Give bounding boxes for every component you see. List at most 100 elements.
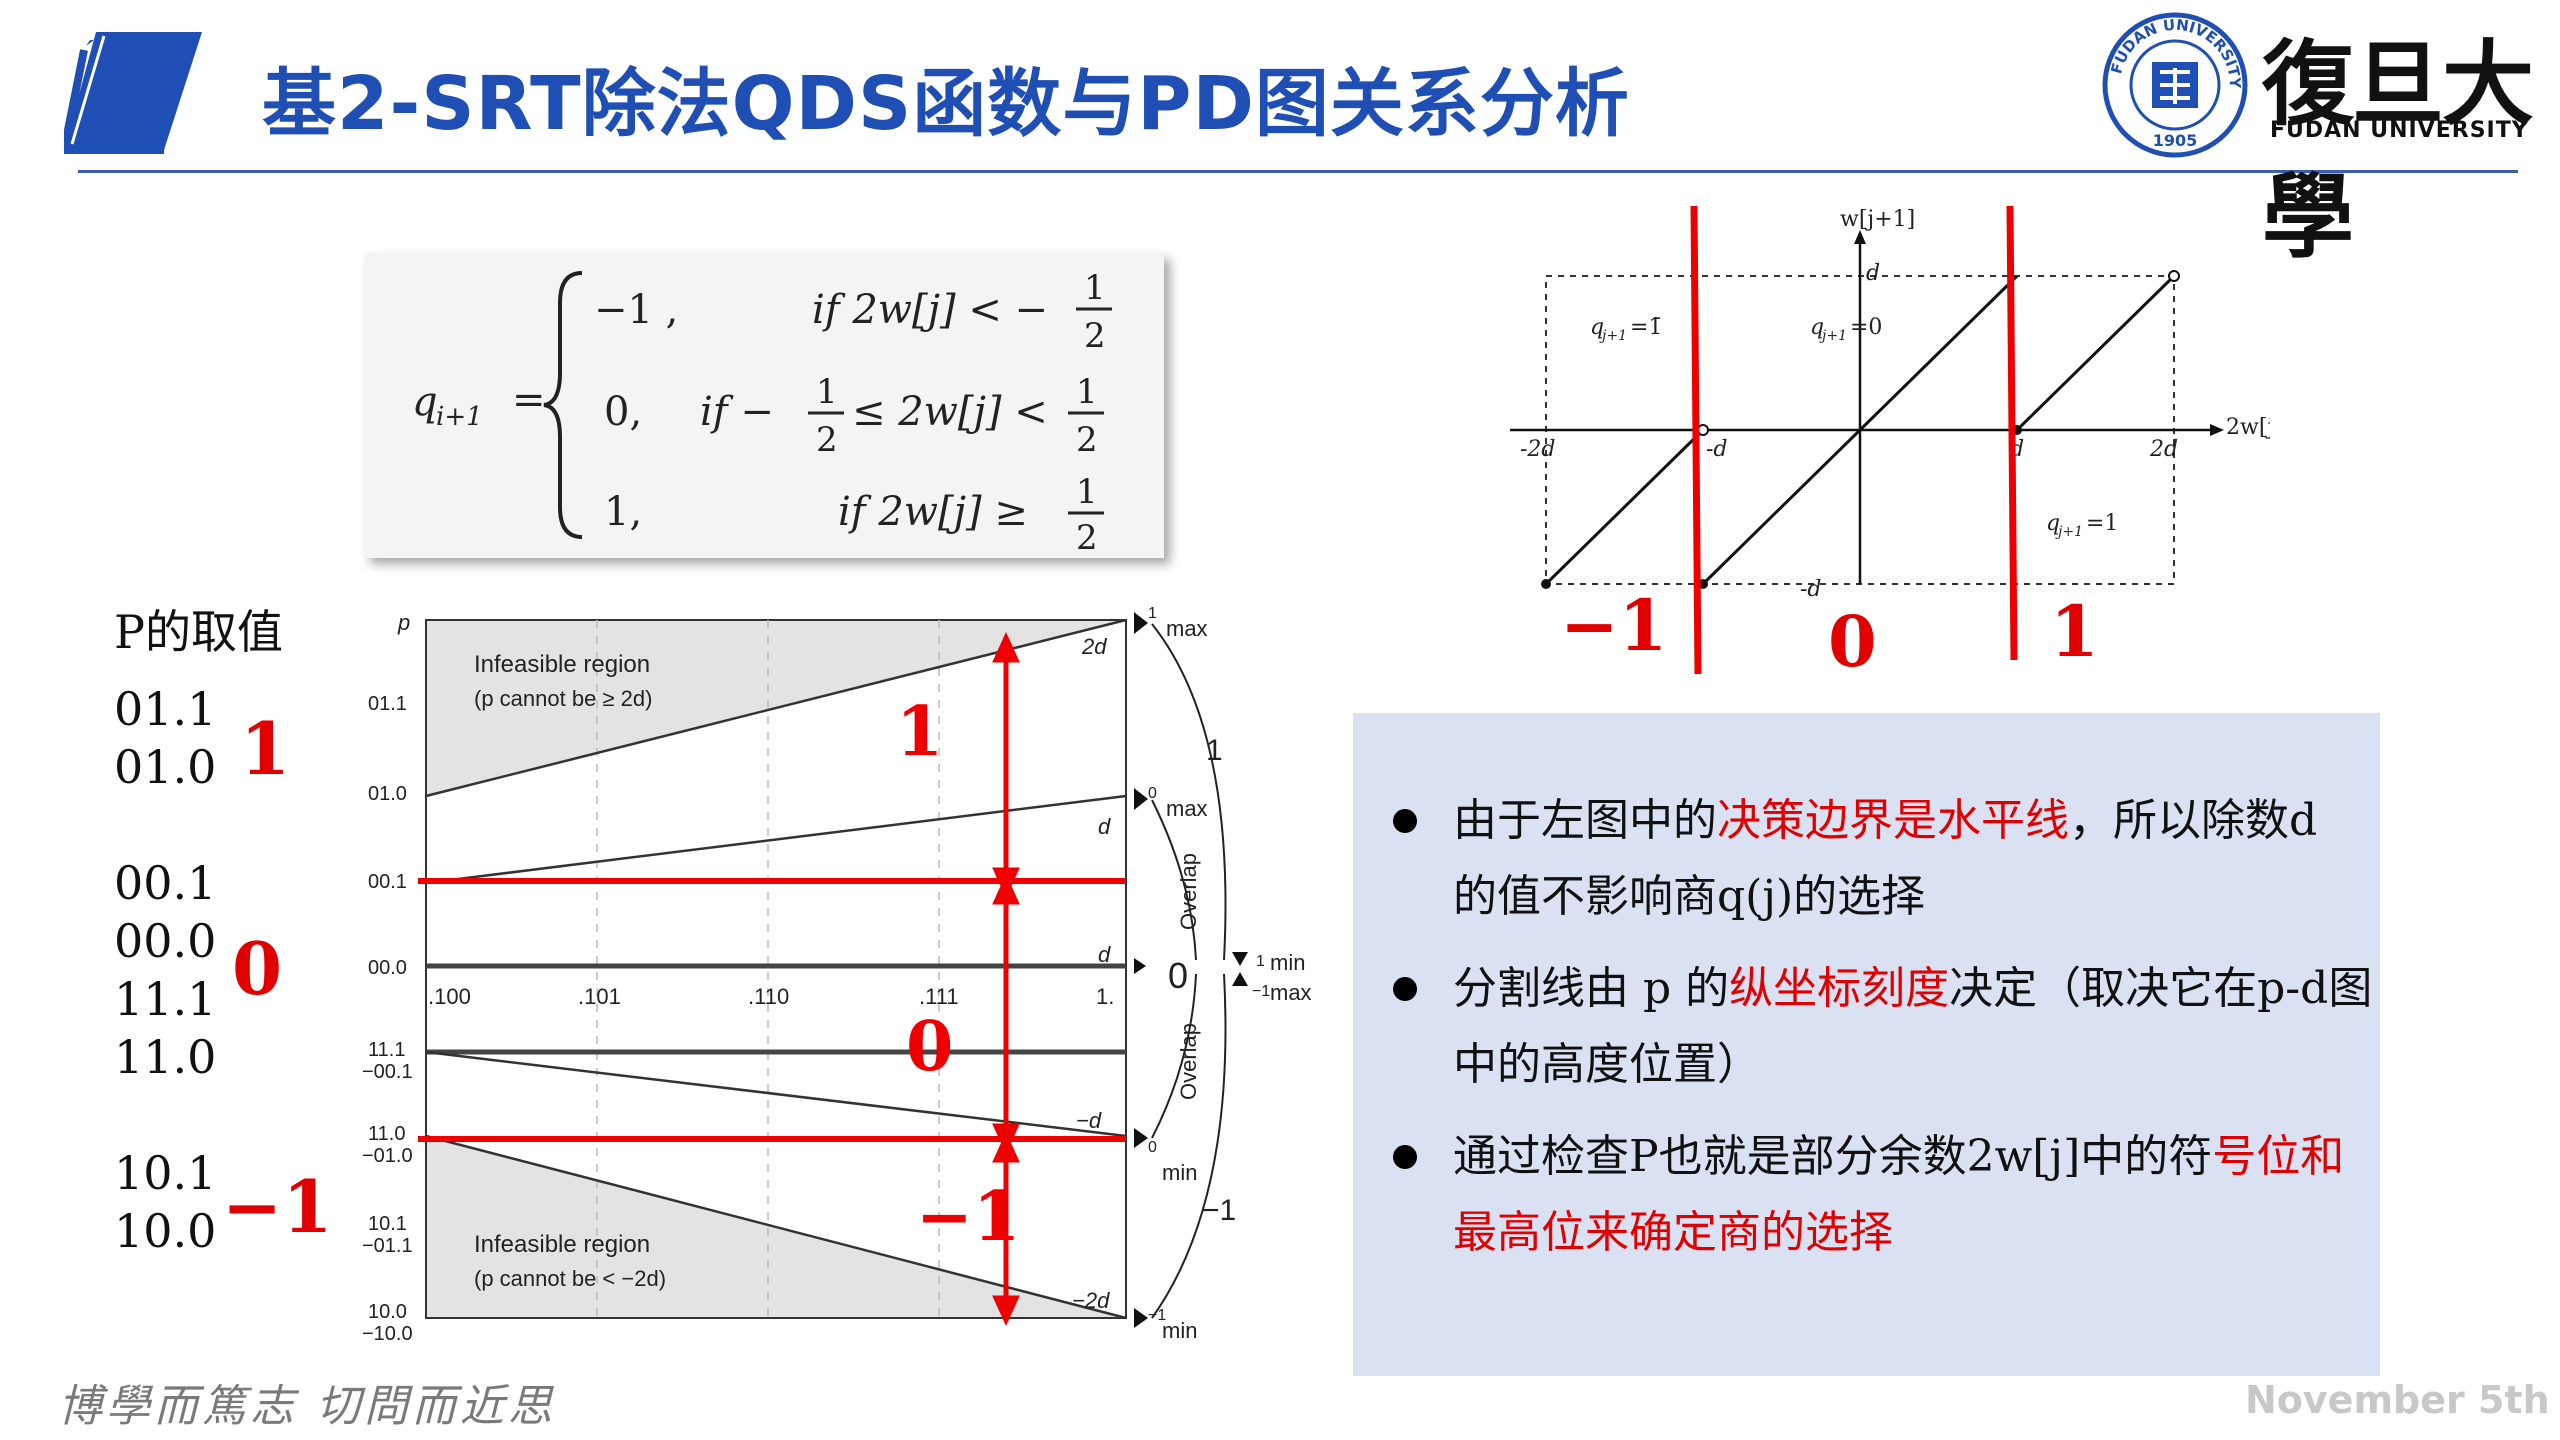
region-q-0: 0 bbox=[906, 1007, 953, 1087]
note-highlight: 纵坐标刻度 bbox=[1729, 963, 1950, 1014]
notes-box: 由于左图中的决策边界是水平线，所以除数d 的值不影响商q(j)的选择 分割线由 … bbox=[1353, 713, 2380, 1376]
header-divider bbox=[78, 170, 2518, 173]
w-q-zero-sub: j+1 bbox=[1819, 328, 1847, 344]
w-x-tick: -d bbox=[1706, 437, 1728, 462]
p-code: 00.1 bbox=[114, 856, 217, 910]
qds-formula: q i+1 = −1 , if 2w[j] < − 1 2 0, if − 1 … bbox=[412, 268, 1112, 558]
bullet-icon bbox=[1393, 809, 1417, 833]
bullet-icon bbox=[1393, 977, 1417, 1001]
y-tick: 01.0 bbox=[368, 783, 407, 805]
y-tick: 11.1 bbox=[368, 1039, 405, 1061]
line-label-neg-d: −d bbox=[1076, 1108, 1102, 1133]
x-tick: .110 bbox=[748, 984, 789, 1009]
case1-condition: if 2w[j] < − bbox=[812, 287, 1048, 333]
p-code: 00.0 bbox=[114, 914, 217, 968]
w-boundary-right bbox=[2006, 205, 2018, 661]
overlap-label: Overlap bbox=[1176, 1023, 1201, 1100]
formula-eq: = bbox=[512, 377, 546, 423]
arc-label-mid: 0 bbox=[1168, 955, 1188, 996]
arc-label: −1 bbox=[1202, 1194, 1236, 1227]
svg-text:1905: 1905 bbox=[2153, 131, 2198, 150]
note-item: 分割线由 p 的纵坐标刻度决定（取决它在p-d图中的高度位置） bbox=[1393, 951, 2372, 1111]
note-highlight: 决策边界是水平线 bbox=[1717, 795, 2069, 846]
y-axis-label: p bbox=[397, 610, 410, 635]
y-tick: 10.1 bbox=[368, 1213, 407, 1235]
w-q-pos-sub: j+1 bbox=[2055, 524, 2083, 540]
case1-value: −1 , bbox=[594, 287, 678, 333]
formula-lhs: q bbox=[412, 379, 438, 425]
region-q-1: 1 bbox=[896, 692, 943, 772]
w-x-tick: -2d bbox=[1520, 437, 1556, 462]
line-label-neg-2d: −2d bbox=[1072, 1288, 1110, 1313]
w-region-q: 0 bbox=[1828, 600, 1877, 683]
w-q-zero-val: =0 bbox=[1850, 315, 1882, 340]
line-label-d: d bbox=[1098, 814, 1111, 839]
w-x-label: 2w[j] bbox=[2226, 415, 2270, 440]
w-q-neg-val: =1̄ bbox=[1630, 315, 1662, 340]
w-q-pos-val: =1 bbox=[2086, 511, 2118, 536]
qds-formula-box: q i+1 = −1 , if 2w[j] < − 1 2 0, if − 1 … bbox=[364, 253, 1164, 558]
infeasible-top-note: (p cannot be ≥ 2d) bbox=[474, 686, 652, 711]
fudan-logo-en: FUDAN UNIVERSITY bbox=[2270, 118, 2529, 143]
p-values-header: P的取值 bbox=[114, 605, 283, 659]
w-region-q: −1 bbox=[1560, 584, 1667, 667]
y-tick: 01.1 bbox=[368, 693, 407, 715]
p-code: 01.0 bbox=[114, 740, 217, 794]
note-item: 由于左图中的决策边界是水平线，所以除数d 的值不影响商q(j)的选择 bbox=[1393, 783, 2353, 943]
x-tick: .101 bbox=[578, 984, 621, 1009]
p-group-q: 1 bbox=[240, 706, 291, 791]
fudan-logo-cn: 復旦大學 bbox=[2262, 30, 2534, 271]
note-text: 由于左图中的 bbox=[1453, 795, 1717, 846]
marker-num: 0 bbox=[1148, 1139, 1157, 1156]
w-boundary-left bbox=[1690, 205, 1702, 675]
y-tick-neg: −00.1 bbox=[362, 1061, 413, 1083]
w-segment-pos bbox=[2015, 274, 2176, 432]
marker-word: max bbox=[1270, 980, 1312, 1005]
case2-frac-num: 1 bbox=[816, 372, 838, 412]
y-tick: 11.0 bbox=[368, 1123, 405, 1145]
line-d bbox=[425, 794, 1127, 885]
case3-frac-num: 1 bbox=[1076, 472, 1098, 512]
case3-condition: if 2w[j] ≥ bbox=[838, 489, 1028, 535]
p-group-q: 0 bbox=[232, 926, 283, 1011]
case2-frac2-num: 1 bbox=[1076, 372, 1098, 412]
marker-num: −1 bbox=[1252, 983, 1270, 1000]
line-label-2d: 2d bbox=[1081, 634, 1107, 659]
marker-word: max bbox=[1166, 616, 1208, 641]
footer-date: November 5th bbox=[2245, 1378, 2550, 1422]
overlap-label: Overlap bbox=[1176, 853, 1201, 930]
infeasible-top-label: Infeasible region bbox=[474, 651, 650, 678]
p-code: 01.1 bbox=[114, 682, 217, 736]
x-tick: 1. bbox=[1096, 984, 1114, 1009]
w-q-neg-sub: j+1 bbox=[1599, 328, 1627, 344]
x-tick: .100 bbox=[428, 984, 471, 1009]
region-q-neg1: −1 bbox=[916, 1177, 1020, 1257]
marker-word: min bbox=[1270, 950, 1305, 975]
w-segment-neg bbox=[1544, 428, 1705, 586]
y-tick-neg: −01.0 bbox=[362, 1145, 413, 1167]
fudan-seal-icon: FUDAN UNIVERSITY 1905 bbox=[2102, 12, 2248, 158]
marker-num: 0 bbox=[1148, 785, 1157, 802]
y-tick-neg: −10.0 bbox=[362, 1323, 413, 1345]
w-region-q: 1 bbox=[2050, 590, 2099, 673]
case1-frac-den: 2 bbox=[1084, 316, 1106, 356]
p-code: 11.0 bbox=[114, 1030, 217, 1084]
w-x-tick: 2d bbox=[2149, 437, 2178, 462]
line-label-zero-d: d bbox=[1098, 942, 1111, 967]
note-text: 分割线由 p 的 bbox=[1453, 963, 1730, 1014]
case2-condition: if − bbox=[700, 389, 774, 435]
case3-value: 1, bbox=[604, 489, 642, 535]
y-tick-neg: −01.1 bbox=[362, 1235, 413, 1257]
case3-frac-den: 2 bbox=[1076, 518, 1098, 558]
p-group-q: −1 bbox=[222, 1164, 333, 1249]
p-code: 10.0 bbox=[114, 1204, 217, 1258]
y-tick: 00.1 bbox=[368, 871, 407, 893]
case2-value: 0, bbox=[604, 389, 642, 435]
y-tick: 10.0 bbox=[368, 1301, 407, 1323]
x-tick: .111 bbox=[919, 984, 959, 1009]
arc-label: 1 bbox=[1206, 734, 1223, 767]
marker-word: min bbox=[1162, 1318, 1197, 1343]
footer-motto: 博學而篤志 切問而近思 bbox=[58, 1381, 556, 1432]
note-text: 通过检查P也就是部分余数2w[j]中的符 bbox=[1453, 1131, 2213, 1182]
infeasible-bottom-note: (p cannot be < −2d) bbox=[474, 1266, 666, 1291]
